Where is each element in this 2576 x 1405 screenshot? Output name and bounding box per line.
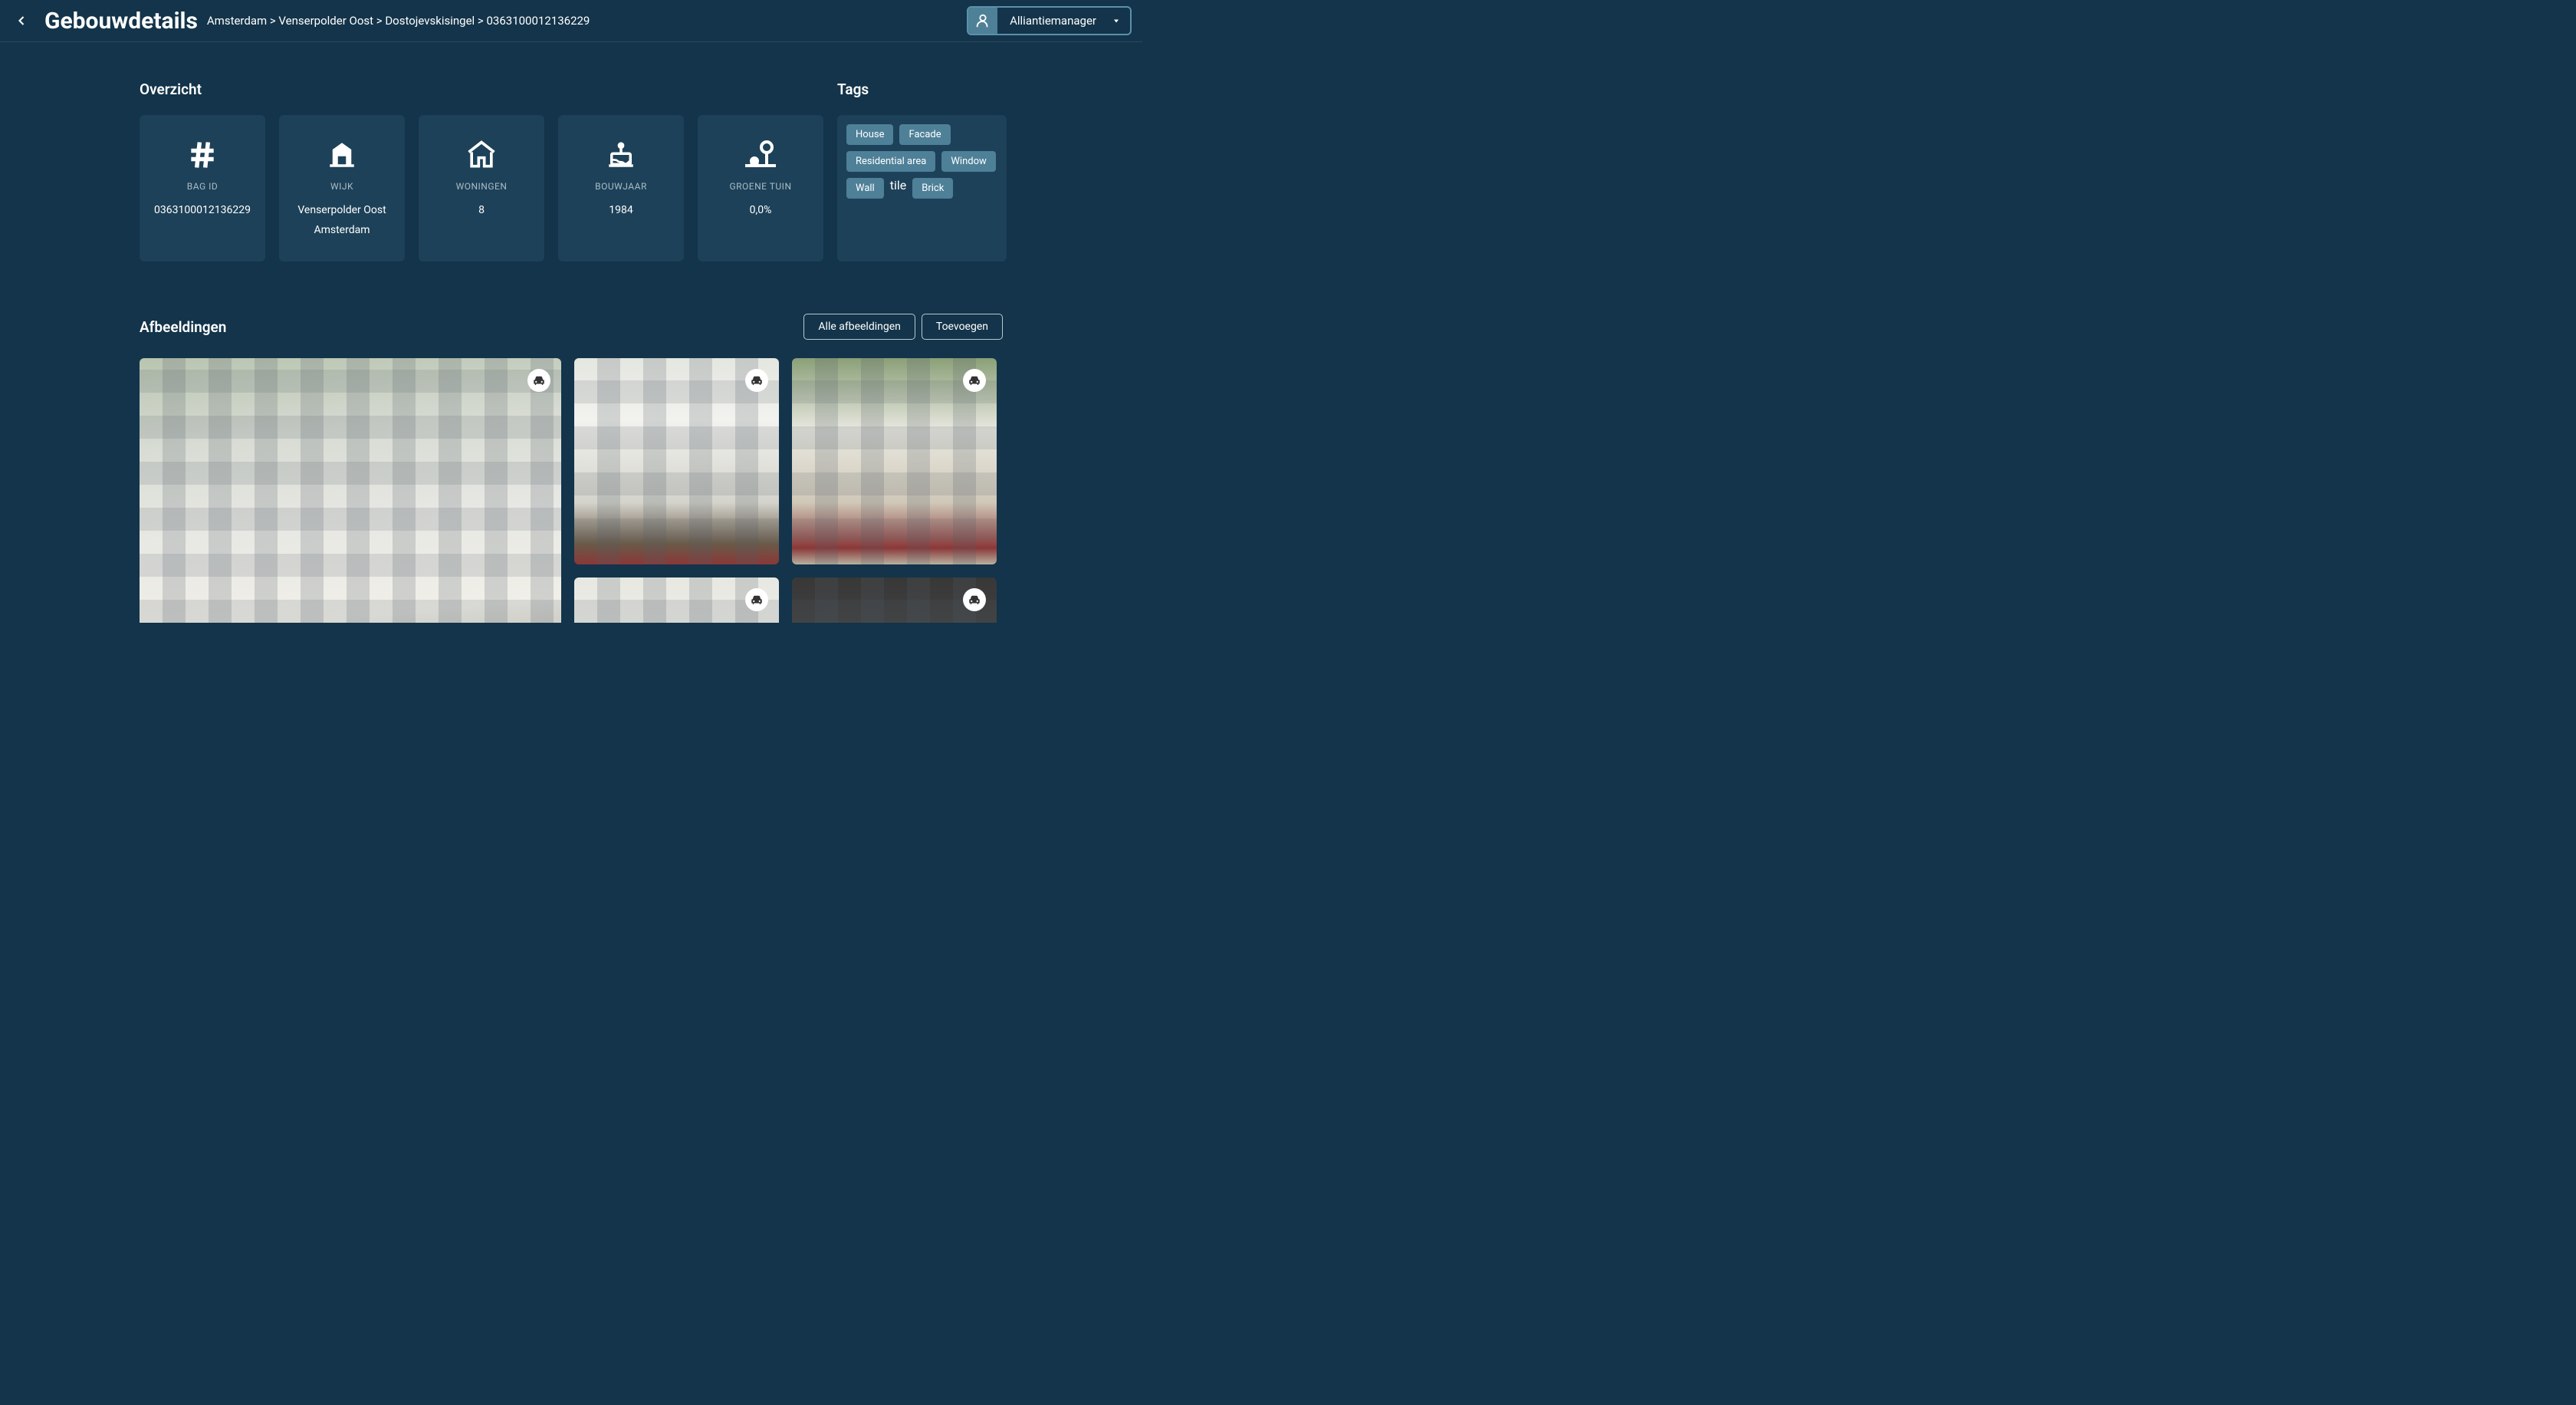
stat-value: 1984	[609, 204, 632, 216]
stat-value-secondary: Amsterdam	[314, 224, 370, 236]
tags-title: Tags	[837, 81, 1007, 98]
images-section: Afbeeldingen Alle afbeeldingen Toevoegen	[140, 314, 1003, 623]
images-title: Afbeeldingen	[140, 318, 226, 336]
tag[interactable]: Wall	[846, 178, 884, 199]
chevron-left-icon	[14, 13, 29, 28]
stat-card-groenetuin: GROENE TUIN 0,0%	[698, 115, 823, 262]
back-button[interactable]	[11, 10, 32, 31]
car-icon	[968, 373, 981, 387]
add-image-button[interactable]: Toevoegen	[922, 314, 1003, 340]
house-icon	[465, 133, 498, 176]
stat-card-bouwjaar: BOUWJAAR 1984	[558, 115, 684, 262]
building-image	[140, 358, 561, 623]
header: Gebouwdetails Amsterdam > Venserpolder O…	[0, 0, 1142, 42]
streetview-badge	[963, 369, 986, 392]
stat-value: Venserpolder Oost	[297, 204, 386, 216]
tag[interactable]: Brick	[912, 178, 953, 199]
stat-value: 8	[478, 204, 485, 216]
building-image	[792, 358, 997, 564]
car-icon	[968, 593, 981, 607]
streetview-badge	[745, 588, 768, 611]
car-icon	[750, 593, 764, 607]
streetview-badge	[527, 369, 550, 392]
tags-card: House Facade Residential area Window Wal…	[837, 115, 1007, 262]
stat-label: WIJK	[330, 181, 353, 192]
car-icon	[532, 373, 546, 387]
cake-icon	[605, 133, 637, 176]
tag[interactable]: Facade	[899, 124, 950, 145]
car-icon	[750, 373, 764, 387]
stat-value: 0,0%	[750, 204, 772, 216]
streetview-badge	[745, 369, 768, 392]
all-images-button[interactable]: Alle afbeeldingen	[803, 314, 915, 340]
user-name: Alliantiemanager	[997, 14, 1109, 28]
stat-label: BOUWJAAR	[595, 181, 647, 192]
image-card[interactable]	[574, 577, 779, 623]
stat-card-woningen: WONINGEN 8	[419, 115, 544, 262]
user-menu-button[interactable]: Alliantiemanager	[967, 6, 1132, 35]
image-card[interactable]	[792, 577, 997, 623]
stat-value: 0363100012136229	[154, 204, 251, 216]
caret-down-icon	[1109, 16, 1130, 25]
image-card[interactable]	[140, 358, 561, 623]
page-title: Gebouwdetails	[44, 8, 198, 35]
user-icon	[974, 12, 991, 29]
stat-card-wijk: WIJK Venserpolder Oost Amsterdam	[279, 115, 405, 262]
stat-card-bagid: BAG ID 0363100012136229	[140, 115, 265, 262]
building-icon	[326, 133, 358, 176]
hash-icon	[186, 133, 219, 176]
user-avatar	[968, 8, 997, 34]
tag[interactable]: House	[846, 124, 893, 145]
image-card[interactable]	[792, 358, 997, 564]
tags-section: Tags House Facade Residential area Windo…	[837, 81, 1007, 262]
tag[interactable]: Residential area	[846, 151, 935, 172]
image-card[interactable]	[574, 358, 779, 564]
stat-label: GROENE TUIN	[729, 181, 791, 192]
content: Overzicht BAG ID 0363100012136229	[0, 42, 1142, 623]
stat-label: WONINGEN	[456, 181, 508, 192]
nature-icon	[742, 133, 779, 176]
stat-label: BAG ID	[187, 181, 219, 192]
overview-section: Overzicht BAG ID 0363100012136229	[140, 81, 823, 262]
streetview-badge	[963, 588, 986, 611]
breadcrumb: Amsterdam > Venserpolder Oost > Dostojev…	[207, 14, 590, 28]
overview-title: Overzicht	[140, 81, 823, 98]
building-image	[574, 358, 779, 564]
tag[interactable]: Window	[941, 151, 995, 172]
